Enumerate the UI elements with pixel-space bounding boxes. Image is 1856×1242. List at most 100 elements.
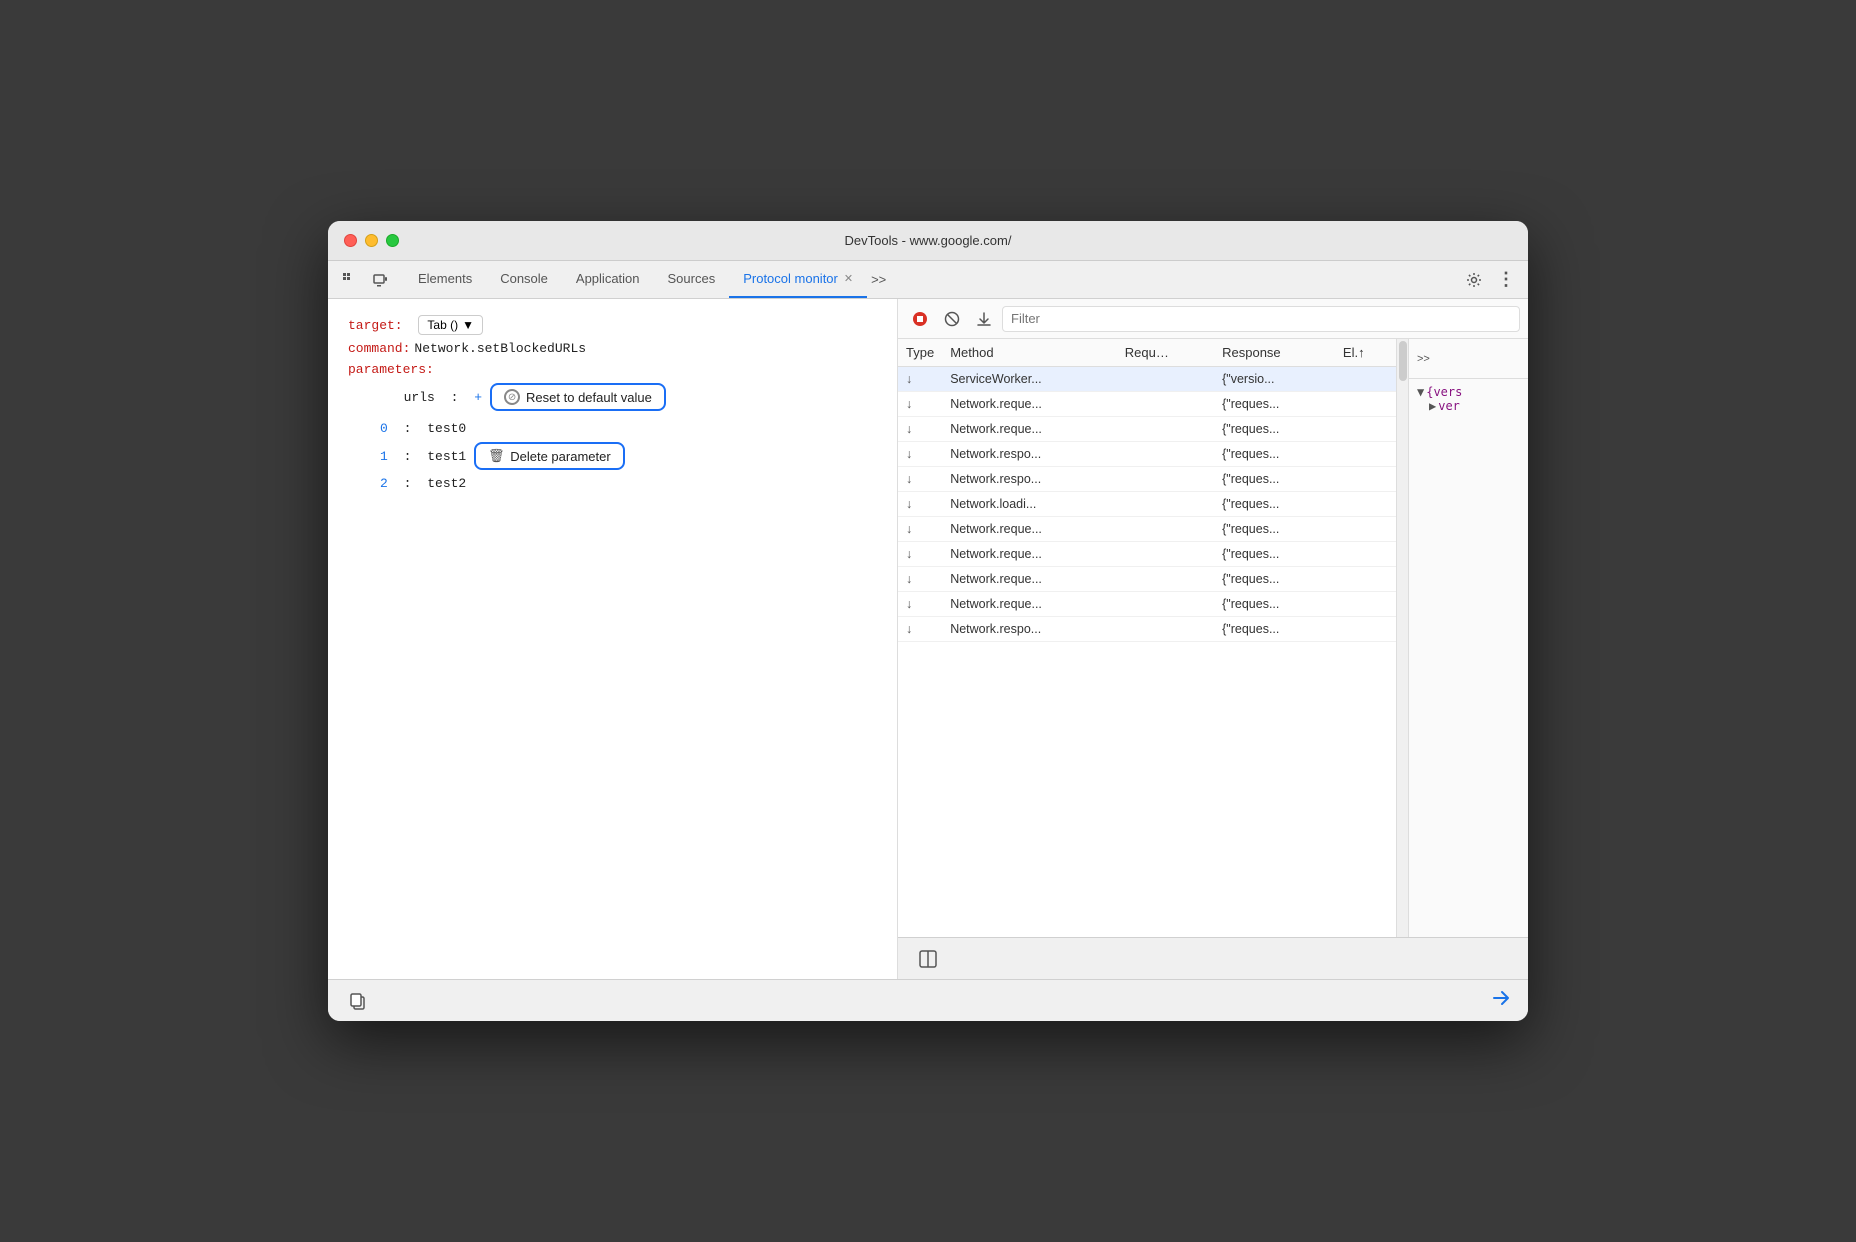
clear-icon[interactable] bbox=[938, 305, 966, 333]
cell-method: ServiceWorker... bbox=[942, 367, 1117, 392]
send-icon[interactable] bbox=[1490, 987, 1512, 1015]
urls-label: urls bbox=[404, 390, 435, 405]
json-key-2: ver bbox=[1438, 399, 1460, 413]
cell-response: {"reques... bbox=[1214, 517, 1335, 542]
right-sidebar-header: >> bbox=[1409, 339, 1528, 379]
toolbar-right: ⋮ bbox=[1460, 266, 1520, 294]
trash-icon: 🗑 bbox=[488, 448, 504, 464]
table-row[interactable]: ↓ Network.reque... {"reques... bbox=[898, 417, 1396, 442]
main-content: target: Tab () ▼ command: Network.setBlo… bbox=[328, 299, 1528, 979]
cell-request bbox=[1117, 442, 1214, 467]
settings-icon[interactable] bbox=[1460, 266, 1488, 294]
close-button[interactable] bbox=[344, 234, 357, 247]
table-row[interactable]: ↓ ServiceWorker... {"versio... bbox=[898, 367, 1396, 392]
cell-response: {"versio... bbox=[1214, 367, 1335, 392]
param-item-0: 0 : test0 bbox=[380, 421, 877, 436]
maximize-button[interactable] bbox=[386, 234, 399, 247]
tab-elements[interactable]: Elements bbox=[404, 261, 486, 298]
cell-el bbox=[1335, 367, 1396, 392]
cell-el bbox=[1335, 392, 1396, 417]
item-value-1: test1 bbox=[427, 449, 466, 464]
table-row[interactable]: ↓ Network.respo... {"reques... bbox=[898, 617, 1396, 642]
cell-response: {"reques... bbox=[1214, 417, 1335, 442]
cell-method: Network.reque... bbox=[942, 592, 1117, 617]
command-value: Network.setBlockedURLs bbox=[414, 341, 586, 356]
cell-el bbox=[1335, 592, 1396, 617]
minimize-button[interactable] bbox=[365, 234, 378, 247]
table-row[interactable]: ↓ Network.reque... {"reques... bbox=[898, 392, 1396, 417]
item-colon-2: : bbox=[396, 476, 419, 491]
protocol-table: Type Method Requ… Response El.↑ ↓ Servic… bbox=[898, 339, 1396, 642]
table-row[interactable]: ↓ Network.respo... {"reques... bbox=[898, 442, 1396, 467]
cell-request bbox=[1117, 617, 1214, 642]
urls-line: urls : + ⊘ Reset to default value bbox=[348, 383, 877, 411]
parameters-line: parameters: bbox=[348, 362, 877, 377]
target-dropdown[interactable]: Tab () ▼ bbox=[418, 315, 483, 335]
cell-request bbox=[1117, 492, 1214, 517]
tab-close-icon[interactable]: ✕ bbox=[844, 272, 853, 285]
cell-method: Network.reque... bbox=[942, 392, 1117, 417]
cell-method: Network.respo... bbox=[942, 442, 1117, 467]
filter-input[interactable] bbox=[1002, 306, 1520, 332]
cell-type: ↓ bbox=[898, 417, 942, 442]
scrollbar[interactable] bbox=[1396, 339, 1408, 937]
tab-console[interactable]: Console bbox=[486, 261, 562, 298]
stop-recording-icon[interactable] bbox=[906, 305, 934, 333]
cell-type: ↓ bbox=[898, 567, 942, 592]
right-sidebar-more-icon[interactable]: >> bbox=[1417, 353, 1430, 365]
tab-bar: Elements Console Application Sources Pro… bbox=[328, 261, 1528, 299]
table-row[interactable]: ↓ Network.reque... {"reques... bbox=[898, 517, 1396, 542]
title-bar: DevTools - www.google.com/ bbox=[328, 221, 1528, 261]
tab-protocol-monitor[interactable]: Protocol monitor ✕ bbox=[729, 261, 867, 298]
item-index-1: 1 bbox=[380, 449, 388, 464]
right-sidebar-content: ▼ {vers ▶ ver bbox=[1409, 379, 1528, 419]
item-value-2: test2 bbox=[427, 476, 466, 491]
cell-response: {"reques... bbox=[1214, 592, 1335, 617]
target-label: target: bbox=[348, 318, 403, 333]
cell-response: {"reques... bbox=[1214, 392, 1335, 417]
param-item-1: 1 : test1 🗑 Delete parameter bbox=[380, 442, 877, 470]
more-options-icon[interactable]: ⋮ bbox=[1492, 266, 1520, 294]
cell-request bbox=[1117, 542, 1214, 567]
dock-icon[interactable] bbox=[914, 945, 942, 973]
scrollbar-thumb[interactable] bbox=[1399, 341, 1407, 381]
table-row[interactable]: ↓ Network.respo... {"reques... bbox=[898, 467, 1396, 492]
bottom-bar bbox=[328, 979, 1528, 1021]
urls-colon: : bbox=[443, 390, 466, 405]
cell-el bbox=[1335, 517, 1396, 542]
device-toggle-icon[interactable] bbox=[366, 266, 394, 294]
col-method: Method bbox=[942, 339, 1117, 367]
table-row[interactable]: ↓ Network.reque... {"reques... bbox=[898, 542, 1396, 567]
item-index-0: 0 bbox=[380, 421, 388, 436]
json-tree-row-2[interactable]: ▶ ver bbox=[1429, 399, 1520, 413]
cell-el bbox=[1335, 467, 1396, 492]
more-tabs-button[interactable]: >> bbox=[867, 268, 890, 291]
expand-icon: ▼ bbox=[1417, 385, 1424, 399]
table-row[interactable]: ↓ Network.reque... {"reques... bbox=[898, 567, 1396, 592]
delete-parameter-button[interactable]: 🗑 Delete parameter bbox=[474, 442, 624, 470]
col-response: Response bbox=[1214, 339, 1335, 367]
bottom-left bbox=[344, 987, 372, 1015]
json-tree-row-1[interactable]: ▼ {vers bbox=[1417, 385, 1520, 399]
cell-response: {"reques... bbox=[1214, 442, 1335, 467]
item-colon-0: : bbox=[396, 421, 419, 436]
tabs-container: Elements Console Application Sources Pro… bbox=[404, 261, 1460, 298]
table-row[interactable]: ↓ Network.loadi... {"reques... bbox=[898, 492, 1396, 517]
left-panel: target: Tab () ▼ command: Network.setBlo… bbox=[328, 299, 898, 979]
urls-plus[interactable]: + bbox=[474, 390, 482, 405]
download-icon[interactable] bbox=[970, 305, 998, 333]
item-index-2: 2 bbox=[380, 476, 388, 491]
tab-application[interactable]: Application bbox=[562, 261, 654, 298]
copy-icon[interactable] bbox=[344, 987, 372, 1015]
param-item-2: 2 : test2 bbox=[380, 476, 877, 491]
table-row[interactable]: ↓ Network.reque... {"reques... bbox=[898, 592, 1396, 617]
cursor-icon[interactable] bbox=[336, 266, 364, 294]
col-el: El.↑ bbox=[1335, 339, 1396, 367]
tab-sources[interactable]: Sources bbox=[654, 261, 730, 298]
right-sidebar: >> ▼ {vers ▶ ver bbox=[1408, 339, 1528, 937]
cell-method: Network.reque... bbox=[942, 542, 1117, 567]
target-value-space bbox=[407, 318, 415, 333]
reset-to-default-button[interactable]: ⊘ Reset to default value bbox=[490, 383, 666, 411]
cell-el bbox=[1335, 567, 1396, 592]
cell-request bbox=[1117, 517, 1214, 542]
